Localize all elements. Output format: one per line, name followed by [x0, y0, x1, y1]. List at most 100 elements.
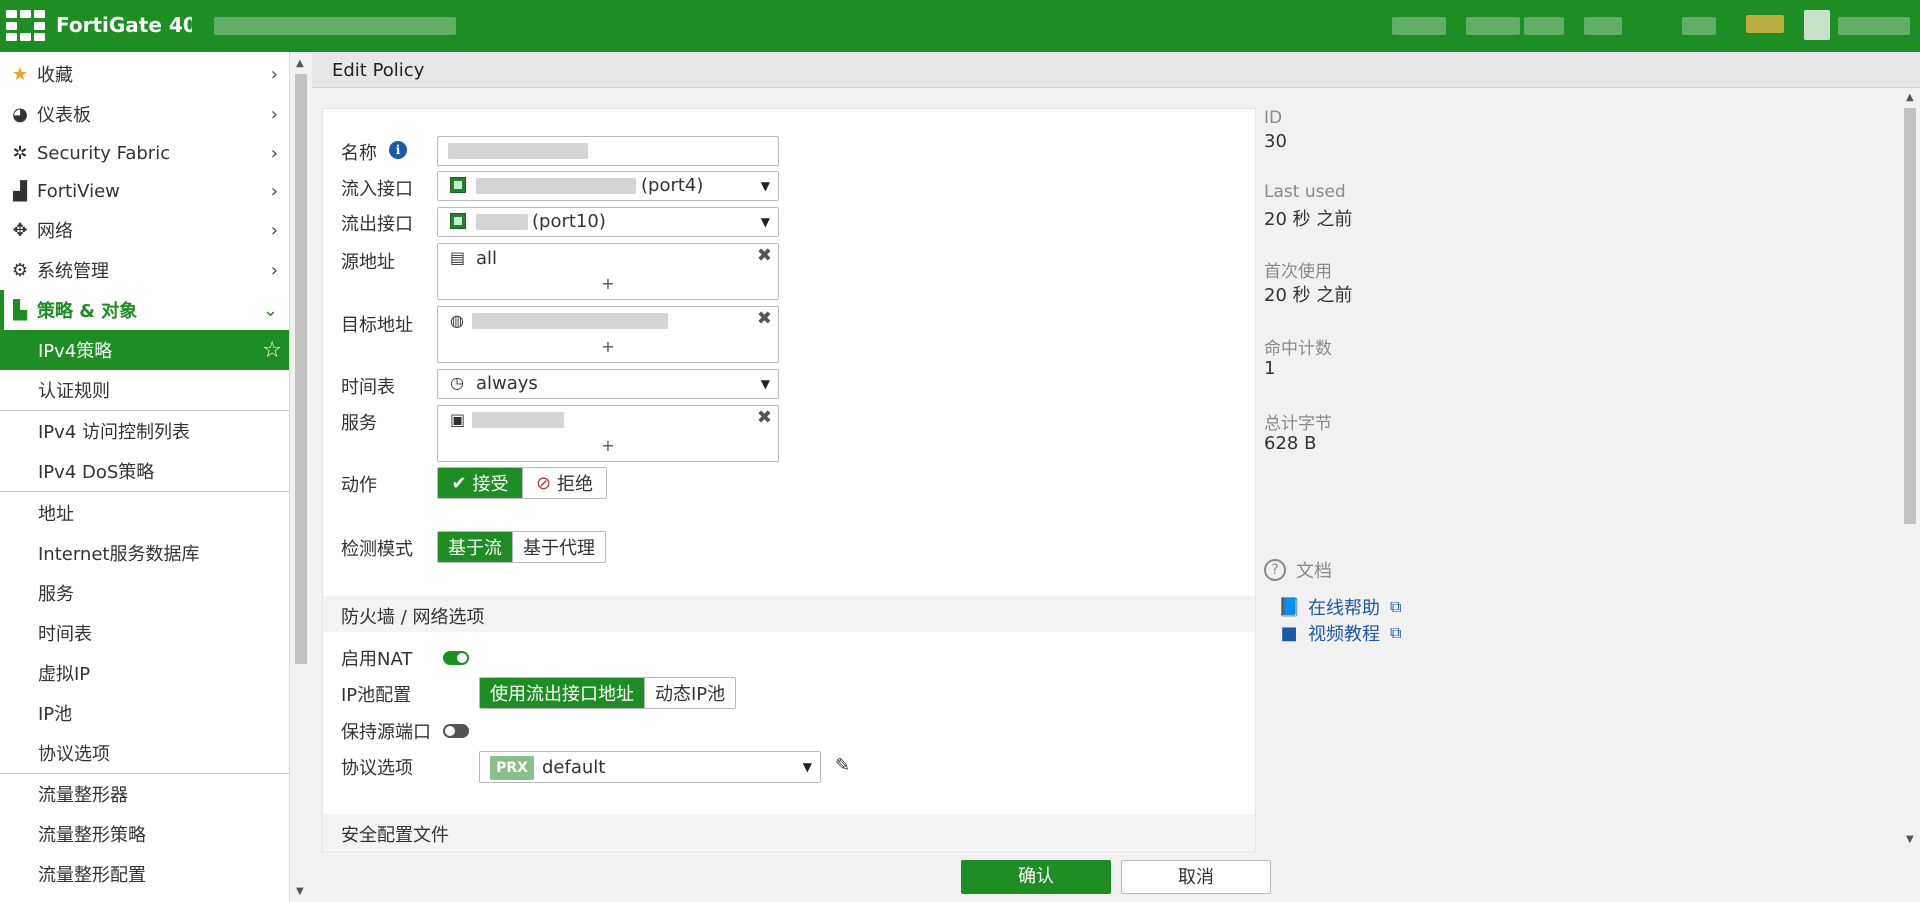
username-redacted[interactable]: [1838, 17, 1910, 35]
sidebar-item-internet-service-db[interactable]: Internet服务数据库: [0, 533, 289, 573]
internet-service-icon: ◍: [450, 311, 464, 330]
schedule-label: 时间表: [341, 377, 395, 398]
service-value-redacted: [472, 412, 564, 428]
ip-pool-use-outgoing-button[interactable]: 使用流出接口地址: [480, 678, 644, 708]
add-icon[interactable]: +: [438, 274, 778, 293]
dropdown-caret-icon: ▼: [760, 179, 770, 193]
chevron-right-icon: ›: [270, 103, 278, 125]
dropdown-caret-icon: ▼: [802, 760, 812, 774]
divider: [0, 491, 289, 492]
edit-pencil-icon[interactable]: ✎: [835, 755, 850, 776]
page-title: Edit Policy: [332, 60, 425, 81]
action-accept-button[interactable]: ✔ 接受: [438, 468, 522, 498]
sidebar-item-traffic-shapers[interactable]: 流量整形器: [0, 774, 289, 814]
notification-icon[interactable]: [1746, 15, 1784, 33]
sidebar-item-ipv4-policy[interactable]: IPv4策略 ☆: [0, 330, 289, 370]
address-icon: ▤: [450, 248, 466, 267]
scroll-up-icon[interactable]: ▲: [1906, 92, 1914, 103]
hit-count-value: 1: [1264, 358, 1276, 379]
sidebar-item-traffic-shaping-policy[interactable]: 流量整形策略: [0, 814, 289, 854]
chevron-right-icon: ›: [270, 142, 278, 164]
sidebar-item-ipv4-dos[interactable]: IPv4 DoS策略: [0, 451, 289, 491]
outgoing-interface-select[interactable]: (port10) ▼: [437, 207, 779, 237]
help-circle-icon: ?: [1264, 559, 1286, 581]
chevron-right-icon: ›: [270, 180, 278, 202]
sidebar-item-protocol-options[interactable]: 协议选项: [0, 733, 289, 773]
scroll-down-icon[interactable]: ▼: [296, 886, 304, 897]
online-help-link[interactable]: 📘 在线帮助 ⧉: [1278, 594, 1401, 620]
sidebar-item-services[interactable]: 服务: [0, 573, 289, 613]
id-value: 30: [1264, 131, 1287, 152]
preserve-source-port-toggle[interactable]: [443, 724, 469, 738]
sidebar-scrollbar[interactable]: ▲ ▼: [292, 52, 310, 902]
protocol-options-select[interactable]: PRX default ▼: [479, 751, 821, 783]
sidebar-item-traffic-shaping-profile[interactable]: 流量整形配置: [0, 854, 289, 894]
policy-form: 名称 i 流入接口 (port4) ▼ 流出接口 (port10) ▼ 源地址 …: [322, 108, 1256, 852]
name-input[interactable]: [437, 136, 779, 166]
inspection-flow-button[interactable]: 基于流: [438, 532, 512, 562]
app-title: FortiGate 401E: [56, 13, 192, 37]
interface-icon: [450, 213, 466, 229]
last-used-value: 20 秒 之前: [1264, 209, 1353, 230]
header-status-redacted: [1466, 17, 1520, 35]
ok-button[interactable]: 确认: [961, 860, 1111, 894]
remove-icon[interactable]: ✖: [757, 407, 772, 428]
schedule-select[interactable]: ◷ always ▼: [437, 369, 779, 399]
scroll-down-icon[interactable]: ▼: [1906, 834, 1914, 845]
sidebar-item-dashboard[interactable]: ◕ 仪表板 ›: [0, 94, 289, 134]
add-icon[interactable]: +: [438, 337, 778, 356]
sidebar-item-schedules[interactable]: 时间表: [0, 613, 289, 653]
destination-address-field[interactable]: ◍ ✖ +: [437, 306, 779, 363]
sidebar-item-system[interactable]: ⚙ 系统管理 ›: [0, 250, 289, 290]
sidebar-item-addresses[interactable]: 地址: [0, 493, 289, 533]
avatar[interactable]: [1804, 10, 1830, 40]
name-label: 名称: [341, 143, 377, 164]
header-status-redacted: [1392, 17, 1446, 35]
remove-icon[interactable]: ✖: [757, 308, 772, 329]
sidebar-item-fortiview[interactable]: ▟ FortiView ›: [0, 171, 289, 211]
scrollbar-thumb[interactable]: [1904, 108, 1916, 524]
service-icon: ▣: [450, 410, 466, 429]
scrollbar-thumb[interactable]: [295, 74, 307, 664]
inspection-mode-label: 检测模式: [341, 539, 413, 560]
action-label: 动作: [341, 475, 377, 496]
source-address-field[interactable]: ▤ all ✖ +: [437, 243, 779, 300]
ip-pool-dynamic-button[interactable]: 动态IP池: [644, 678, 736, 708]
destination-value-redacted: [472, 313, 668, 329]
scroll-up-icon[interactable]: ▲: [296, 58, 304, 69]
sidebar-item-favorites[interactable]: ★ 收藏 ›: [0, 54, 289, 94]
sidebar-item-policy-objects[interactable]: ▙ 策略 & 对象 ⌄: [0, 290, 289, 330]
remove-icon[interactable]: ✖: [757, 245, 772, 266]
video-icon: ■: [1280, 622, 1298, 644]
info-icon[interactable]: i: [389, 141, 407, 159]
incoming-interface-select[interactable]: (port4) ▼: [437, 171, 779, 201]
sidebar-item-network[interactable]: ✥ 网络 ›: [0, 210, 289, 250]
dropdown-caret-icon: ▼: [760, 215, 770, 229]
destination-address-label: 目标地址: [341, 315, 413, 336]
interface-icon: [450, 177, 466, 193]
nat-toggle[interactable]: [443, 651, 469, 665]
sidebar-item-virtual-ip[interactable]: 虚拟IP: [0, 653, 289, 693]
policy-info-panel: ID 30 Last used 20 秒 之前 首次使用 20 秒 之前 命中计…: [1264, 108, 1884, 728]
sidebar-item-ipv4-acl[interactable]: IPv4 访问控制列表: [0, 411, 289, 451]
total-bytes-key: 总计字节: [1264, 414, 1332, 434]
fortinet-logo[interactable]: [6, 10, 48, 42]
hit-count-key: 命中计数: [1264, 339, 1332, 359]
incoming-interface-label: 流入接口: [341, 179, 413, 200]
main-scrollbar[interactable]: ▲ ▼: [1900, 88, 1920, 850]
inspection-proxy-button[interactable]: 基于代理: [512, 532, 605, 562]
add-icon[interactable]: +: [438, 436, 778, 455]
content-header: Edit Policy: [312, 52, 1920, 88]
service-label: 服务: [341, 413, 377, 434]
action-deny-button[interactable]: ⊘ 拒绝: [522, 468, 606, 498]
check-icon: ✔: [451, 472, 467, 494]
cancel-button[interactable]: 取消: [1121, 860, 1271, 894]
nat-label: 启用NAT: [341, 649, 413, 670]
prx-badge: PRX: [490, 756, 534, 780]
favorite-star-icon[interactable]: ☆: [262, 338, 282, 363]
video-tutorials-link[interactable]: ■ 视频教程 ⧉: [1278, 620, 1401, 646]
sidebar-item-security-fabric[interactable]: ✲ Security Fabric ›: [0, 133, 289, 173]
sidebar-item-ip-pools[interactable]: IP池: [0, 693, 289, 733]
sidebar-item-auth-rules[interactable]: 认证规则: [0, 370, 289, 410]
service-field[interactable]: ▣ ✖ +: [437, 405, 779, 462]
